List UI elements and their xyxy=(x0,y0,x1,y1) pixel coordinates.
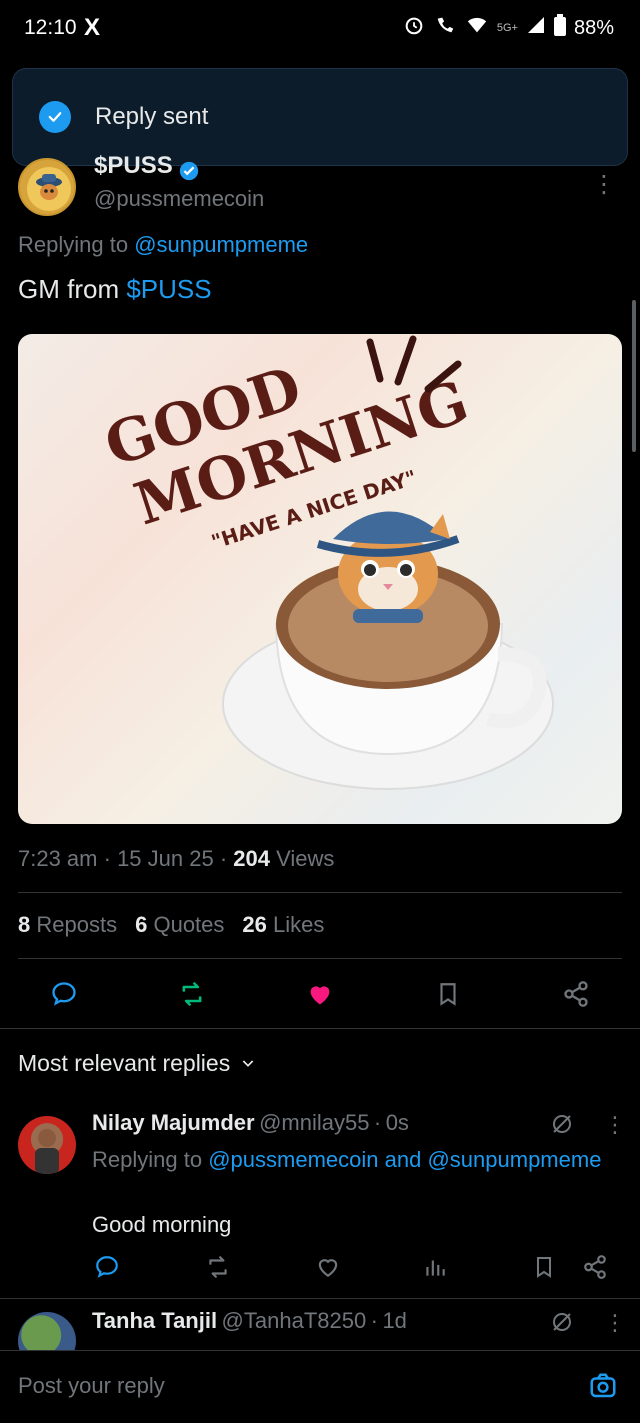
divider xyxy=(18,958,622,959)
verified-badge-icon xyxy=(178,160,200,187)
likes-count: 26 xyxy=(242,912,267,937)
reposts-count: 8 xyxy=(18,912,31,937)
reply-actions xyxy=(92,1254,622,1284)
reply-time: 1d xyxy=(382,1308,407,1333)
like-icon[interactable] xyxy=(296,970,344,1018)
views-label: Views xyxy=(276,846,335,871)
divider xyxy=(18,892,622,893)
author-avatar[interactable] xyxy=(18,158,76,216)
cat-hat xyxy=(333,511,448,544)
replying-to: Replying to @sunpumpmeme xyxy=(18,232,308,258)
check-icon xyxy=(39,101,71,133)
tweet-actions xyxy=(0,970,640,1018)
tweet-time: 7:23 am xyxy=(18,846,98,871)
reply-input[interactable]: Post your reply xyxy=(18,1373,165,1399)
share-icon[interactable] xyxy=(552,970,600,1018)
replying-prefix: Replying to xyxy=(92,1147,203,1172)
reposts-label: Reposts xyxy=(36,912,118,937)
tweet-image[interactable]: GOOD MORNING "HAVE A NICE DAY" xyxy=(18,334,622,824)
views-count[interactable]: 204 xyxy=(233,846,270,871)
cat-collar xyxy=(353,609,423,623)
status-bar: 12:10 X 5G+ 88% xyxy=(0,0,640,58)
reply-author-name[interactable]: Tanha Tanjil xyxy=(92,1308,217,1333)
bookmark-icon[interactable] xyxy=(532,1254,556,1285)
replying-to-handle[interactable]: @pussmemecoin xyxy=(208,1147,378,1172)
reply-header: Tanha Tanjil @TanhaT8250 · 1d xyxy=(92,1308,407,1333)
reply-time: 0s xyxy=(385,1110,409,1135)
status-time: 12:10 xyxy=(24,16,77,39)
reply-author-name[interactable]: Nilay Majumder xyxy=(92,1110,255,1135)
battery-icon xyxy=(553,14,566,42)
engagement-stats: 8 Reposts 6 Quotes 26 Likes xyxy=(18,912,324,938)
repost-icon[interactable] xyxy=(168,970,216,1018)
reply-replying-to: Replying to @pussmemecoin and @sunpumpme… xyxy=(92,1144,602,1176)
reply-text: Good morning xyxy=(92,1212,232,1237)
divider xyxy=(0,1028,640,1029)
bookmark-icon[interactable] xyxy=(424,970,472,1018)
x-logo-icon: X xyxy=(84,14,101,41)
like-icon[interactable] xyxy=(314,1254,342,1285)
avatar[interactable] xyxy=(18,1116,76,1174)
reposts-stat[interactable]: 8 Reposts xyxy=(18,912,117,938)
reply-icon[interactable] xyxy=(94,1254,120,1285)
network-type: 5G+ xyxy=(496,22,518,34)
reply-icon[interactable] xyxy=(40,970,88,1018)
wifi-call-icon xyxy=(433,14,457,42)
chevron-down-icon xyxy=(240,1050,256,1077)
more-icon[interactable]: ⋮ xyxy=(604,1310,626,1336)
alarm-icon xyxy=(403,14,425,42)
replies-sort-label: Most relevant replies xyxy=(18,1050,231,1076)
status-icons: 5G+ 88% xyxy=(403,14,614,42)
tweet-text-prefix: GM from xyxy=(18,274,120,304)
reply-author-handle[interactable]: @mnilay55 xyxy=(259,1110,369,1135)
scrollbar[interactable] xyxy=(632,300,636,452)
grok-icon[interactable] xyxy=(550,1310,574,1339)
likes-stat[interactable]: 26 Likes xyxy=(242,912,324,938)
views-icon[interactable] xyxy=(422,1254,448,1285)
reply-author-handle[interactable]: @TanhaT8250 xyxy=(222,1308,367,1333)
camera-icon[interactable] xyxy=(588,1371,618,1406)
grok-icon[interactable] xyxy=(550,1112,574,1141)
quotes-count: 6 xyxy=(135,912,148,937)
battery-level: 88% xyxy=(573,16,614,39)
tweet-meta: 7:23 am · 15 Jun 25 · 204 Views xyxy=(18,846,335,871)
more-icon[interactable]: ⋮ xyxy=(604,1112,626,1138)
repost-icon[interactable] xyxy=(204,1254,232,1285)
tweet-text: GM from $PUSS xyxy=(18,274,212,305)
replying-and: and xyxy=(384,1147,422,1172)
reply-composer: Post your reply xyxy=(0,1350,640,1423)
replying-to-handle[interactable]: @sunpumpmeme xyxy=(134,232,308,257)
reply-header: Nilay Majumder @mnilay55 · 0s xyxy=(92,1110,409,1135)
tweet-date: 15 Jun 25 xyxy=(117,846,214,871)
divider xyxy=(0,1298,640,1299)
signal-icon xyxy=(465,14,489,42)
replying-prefix: Replying to xyxy=(18,232,129,257)
tweet-cashtag[interactable]: $PUSS xyxy=(126,274,211,304)
author-handle[interactable]: @pussmemecoin xyxy=(94,186,264,212)
likes-label: Likes xyxy=(273,912,325,937)
quotes-label: Quotes xyxy=(153,912,225,937)
replying-to-handle[interactable]: @sunpumpmeme xyxy=(427,1147,601,1172)
author-name[interactable]: $PUSS xyxy=(94,152,173,180)
replies-sort[interactable]: Most relevant replies xyxy=(18,1050,256,1077)
toast-message: Reply sent xyxy=(95,103,209,130)
quotes-stat[interactable]: 6 Quotes xyxy=(135,912,224,938)
more-icon[interactable]: ⋮ xyxy=(592,170,616,199)
cell-signal-icon xyxy=(526,15,546,41)
share-icon[interactable] xyxy=(582,1254,608,1285)
